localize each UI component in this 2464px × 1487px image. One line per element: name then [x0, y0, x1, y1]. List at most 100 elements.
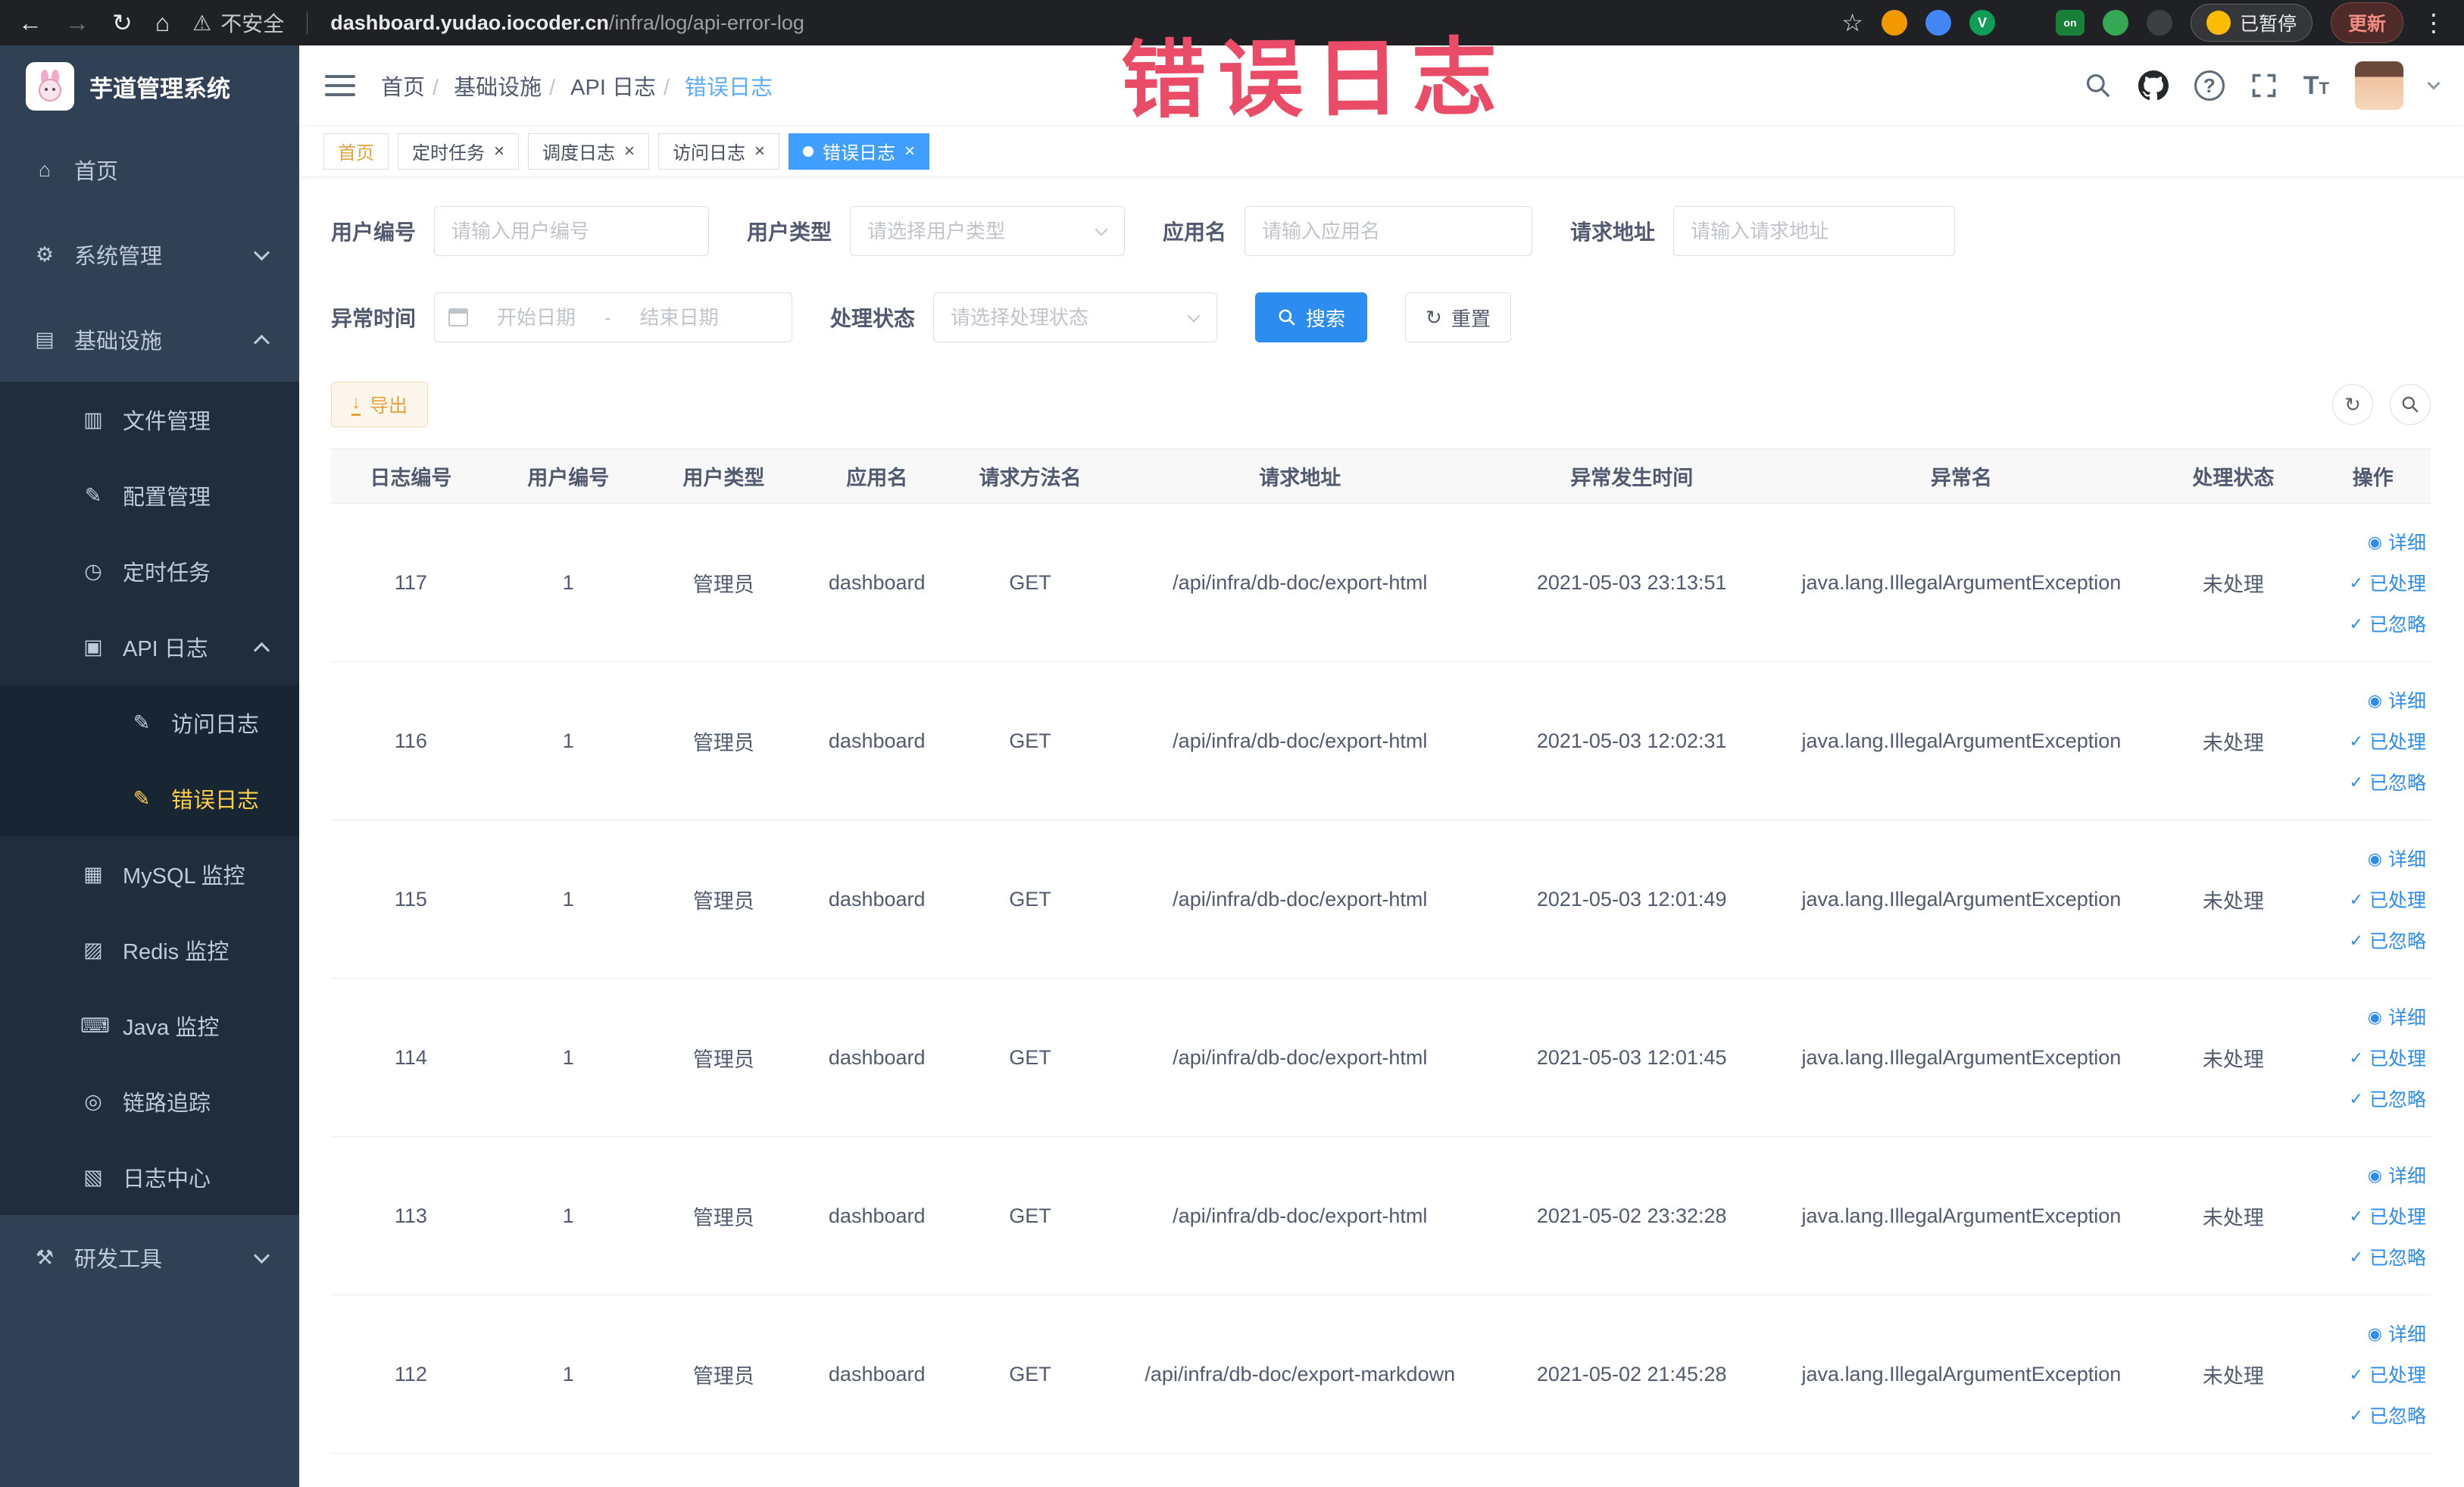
url-domain: dashboard.yudao.iocoder.cn	[330, 11, 609, 34]
processed-link[interactable]: 已处理	[2315, 879, 2426, 920]
processed-link[interactable]: 已处理	[2315, 562, 2426, 603]
action-label: 详细	[2387, 1324, 2426, 1345]
extension-icon[interactable]: on	[2055, 10, 2085, 36]
user-id-input[interactable]	[434, 206, 710, 256]
security-indicator[interactable]: 不安全	[192, 8, 284, 38]
start-date-input[interactable]	[476, 293, 598, 342]
paused-extension-badge[interactable]: 已暂停	[2190, 4, 2313, 42]
sidebar-collapse-icon[interactable]	[325, 75, 355, 96]
user-type-select[interactable]	[850, 206, 1126, 256]
logo[interactable]: 芋道管理系统	[0, 45, 299, 127]
process-status-select[interactable]	[933, 292, 1218, 342]
sidebar-item-error-logs[interactable]: 错误日志	[0, 761, 299, 836]
detail-link[interactable]: 详细	[2315, 838, 2426, 879]
tag-schedule-logs[interactable]: 调度日志	[528, 133, 650, 170]
font-size-icon[interactable]	[2303, 71, 2329, 101]
process-status-select-input[interactable]	[951, 293, 1201, 342]
detail-link[interactable]: 详细	[2315, 521, 2426, 562]
export-button[interactable]: 导出	[331, 382, 429, 427]
sidebar-item-dev-tools[interactable]: 研发工具	[0, 1215, 299, 1300]
reset-button[interactable]: 重置	[1405, 292, 1511, 342]
bookmark-star-icon[interactable]	[1841, 8, 1863, 37]
address-bar[interactable]: dashboard.yudao.iocoder.cn /infra/log/ap…	[330, 11, 1819, 35]
extension-icon[interactable]	[2146, 10, 2172, 36]
detail-link[interactable]: 详细	[2315, 1313, 2426, 1354]
sidebar-item-java-monitor[interactable]: Java 监控	[0, 988, 299, 1064]
extension-grid-icon[interactable]	[2013, 11, 2038, 35]
sidebar-item-config-management[interactable]: 配置管理	[0, 458, 299, 533]
sidebar-item-system-management[interactable]: 系统管理	[0, 212, 299, 297]
search-button[interactable]: 搜索	[1255, 292, 1368, 342]
github-icon[interactable]	[2138, 70, 2169, 101]
browser-menu-icon[interactable]	[2422, 8, 2446, 37]
field-label: 请求地址	[1570, 220, 1656, 244]
sidebar-item-mysql-monitor[interactable]: MySQL 监控	[0, 836, 299, 912]
extension-icon[interactable]: V	[1969, 10, 1995, 36]
ignored-link[interactable]: 已忽略	[2315, 761, 2426, 802]
end-date-input[interactable]	[618, 293, 740, 342]
cell-time: 2021-05-03 12:01:45	[1491, 978, 1772, 1137]
sidebar-item-log-center[interactable]: 日志中心	[0, 1139, 299, 1215]
ignored-link[interactable]: 已忽略	[2315, 1395, 2426, 1435]
forward-icon[interactable]	[65, 11, 89, 35]
ignored-link[interactable]: 已忽略	[2315, 603, 2426, 644]
action-label: 详细	[2387, 691, 2426, 712]
tag-scheduled-tasks[interactable]: 定时任务	[398, 133, 520, 170]
ignored-link[interactable]: 已忽略	[2315, 1236, 2426, 1277]
sidebar-item-api-logs[interactable]: API 日志	[0, 609, 299, 685]
extension-icon[interactable]	[1881, 10, 1907, 36]
toggle-search-button[interactable]	[2390, 384, 2431, 425]
chevron-down-icon[interactable]	[2427, 77, 2441, 90]
sidebar-item-access-logs[interactable]: 访问日志	[0, 685, 299, 761]
breadcrumb-item[interactable]: API 日志	[570, 70, 677, 102]
cell-user-id: 1	[490, 1136, 646, 1295]
back-icon[interactable]	[18, 11, 42, 35]
fullscreen-icon[interactable]	[2250, 72, 2278, 99]
processed-link[interactable]: 已处理	[2315, 720, 2426, 761]
detail-link[interactable]: 详细	[2315, 1154, 2426, 1195]
reload-icon[interactable]	[112, 11, 133, 35]
sidebar-item-label: 系统管理	[74, 245, 163, 269]
sidebar-item-infrastructure[interactable]: 基础设施	[0, 297, 299, 382]
tag-label: 首页	[338, 143, 374, 164]
update-button[interactable]: 更新	[2330, 2, 2403, 43]
detail-link[interactable]: 详细	[2315, 996, 2426, 1037]
home-icon[interactable]	[155, 11, 170, 35]
request-url-input[interactable]	[1673, 206, 1956, 256]
close-icon[interactable]	[754, 142, 765, 161]
breadcrumb-item[interactable]: 基础设施	[454, 70, 563, 102]
sidebar-item-link-tracing[interactable]: 链路追踪	[0, 1064, 299, 1139]
app-name-input[interactable]	[1244, 206, 1533, 256]
sidebar-item-scheduled-tasks[interactable]: 定时任务	[0, 533, 299, 609]
search-icon[interactable]	[2084, 71, 2113, 100]
breadcrumb-item[interactable]: 首页	[381, 70, 446, 102]
main-area: 首页 基础设施 API 日志 错误日志 ?	[299, 45, 2464, 1487]
cell-status: 未处理	[2151, 661, 2316, 820]
user-type-select-input[interactable]	[867, 207, 1108, 255]
processed-link[interactable]: 已处理	[2315, 1354, 2426, 1395]
navbar-actions: ?	[2084, 61, 2441, 110]
processed-link[interactable]: 已处理	[2315, 1037, 2426, 1078]
extension-icon[interactable]	[1925, 10, 1951, 36]
detail-link[interactable]: 详细	[2315, 679, 2426, 720]
refresh-table-button[interactable]	[2332, 384, 2373, 425]
tag-home[interactable]: 首页	[323, 133, 389, 170]
extension-icon[interactable]	[2102, 10, 2128, 36]
date-range-picker[interactable]: -	[434, 292, 793, 342]
sidebar-item-home[interactable]: 首页	[0, 127, 299, 212]
ignored-link[interactable]: 已忽略	[2315, 1078, 2426, 1119]
processed-link[interactable]: 已处理	[2315, 1195, 2426, 1236]
tag-access-logs[interactable]: 访问日志	[658, 133, 780, 170]
calendar-icon	[448, 308, 469, 326]
help-icon[interactable]: ?	[2194, 70, 2225, 101]
tag-error-logs[interactable]: 错误日志	[789, 133, 930, 170]
divider	[307, 11, 308, 34]
user-avatar[interactable]	[2355, 61, 2403, 110]
sidebar-item-file-management[interactable]: 文件管理	[0, 382, 299, 458]
close-icon[interactable]	[624, 142, 635, 161]
ignored-link[interactable]: 已忽略	[2315, 920, 2426, 961]
sidebar-item-redis-monitor[interactable]: Redis 监控	[0, 912, 299, 988]
close-icon[interactable]	[494, 142, 504, 161]
check-icon	[2350, 1246, 2363, 1268]
close-icon[interactable]	[904, 142, 915, 161]
